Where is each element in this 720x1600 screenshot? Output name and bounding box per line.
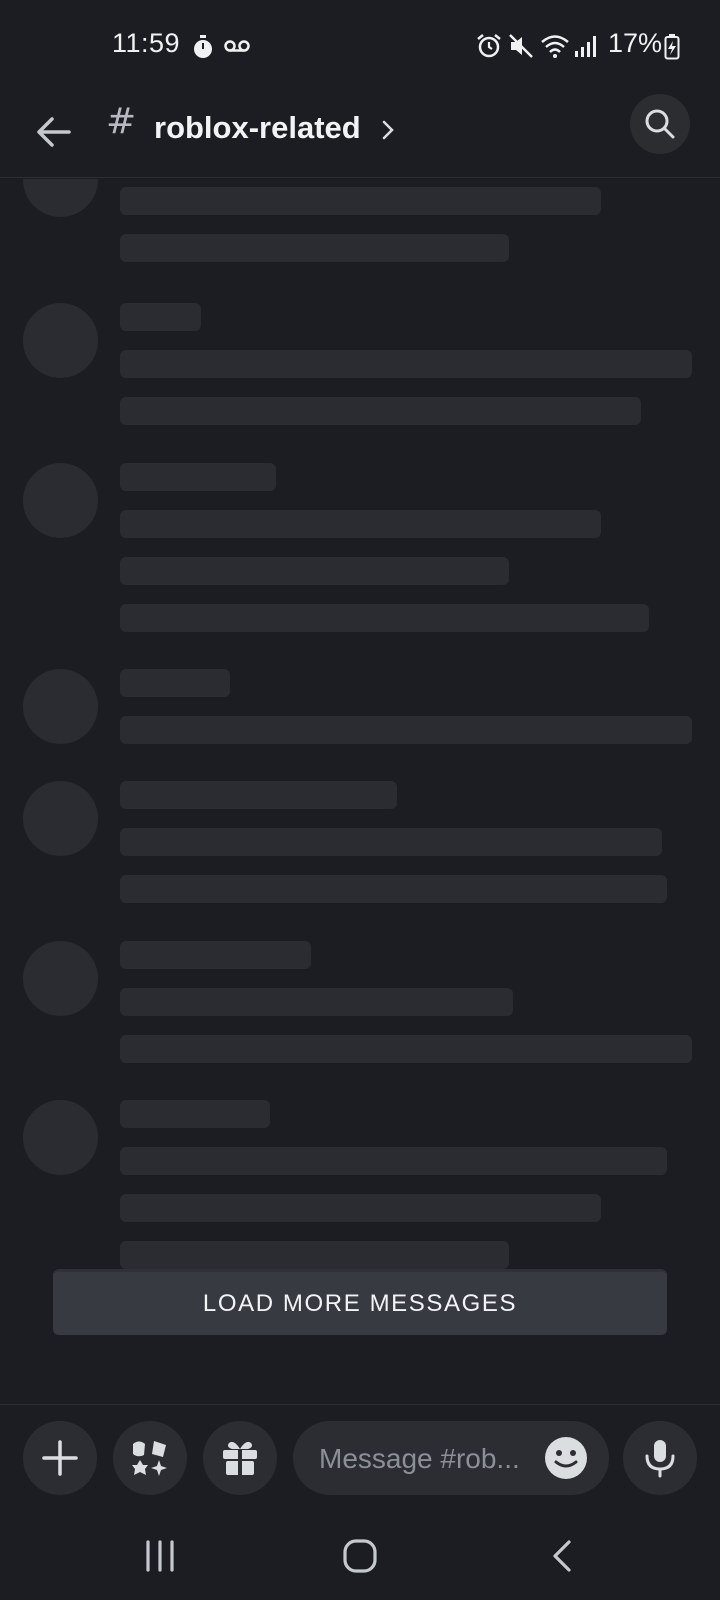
- skeleton-line: [120, 1147, 667, 1175]
- skeleton-avatar: [23, 669, 98, 744]
- channel-title[interactable]: roblox-related: [154, 110, 361, 146]
- skeleton-line: [120, 397, 641, 425]
- search-icon: [645, 109, 675, 139]
- battery-percent: 17%: [608, 28, 663, 58]
- skeleton-line: [120, 1241, 509, 1269]
- arrow-left-icon: [37, 117, 71, 147]
- skeleton-avatar: [23, 303, 98, 378]
- system-back-button[interactable]: [532, 1534, 592, 1578]
- load-more-label: LOAD MORE MESSAGES: [202, 1289, 518, 1317]
- skeleton-avatar: [23, 941, 98, 1016]
- home-button[interactable]: [330, 1534, 390, 1578]
- skeleton-line: [120, 187, 601, 215]
- attach-button[interactable]: [23, 1421, 97, 1495]
- recent-apps-icon: [146, 1540, 174, 1572]
- skeleton-line: [120, 1100, 270, 1128]
- skeleton-line: [120, 988, 513, 1016]
- system-nav-bar: [0, 1514, 720, 1600]
- skeleton-line: [120, 463, 276, 491]
- load-more-messages-button[interactable]: LOAD MORE MESSAGES: [53, 1269, 667, 1335]
- apps-button[interactable]: [113, 1421, 187, 1495]
- message-placeholder: Message #rob...: [319, 1443, 520, 1474]
- voice-message-button[interactable]: [623, 1421, 697, 1495]
- apps-icon: [132, 1441, 167, 1476]
- skeleton-avatar: [23, 781, 98, 856]
- wifi-icon: [541, 35, 569, 58]
- channel-header: # roblox-related: [0, 90, 720, 178]
- back-icon: [553, 1540, 571, 1572]
- skeleton-line: [120, 1035, 692, 1063]
- recent-apps-button[interactable]: [130, 1534, 190, 1578]
- skeleton-line: [120, 303, 201, 331]
- skeleton-line: [120, 604, 649, 632]
- status-bar: 11:59 17%: [0, 0, 720, 90]
- skeleton-line: [120, 828, 662, 856]
- skeleton-line: [120, 669, 230, 697]
- voicemail-icon: [224, 40, 250, 52]
- gift-button[interactable]: [203, 1421, 277, 1495]
- skeleton-line: [120, 781, 397, 809]
- emoji-button[interactable]: [545, 1437, 587, 1479]
- emoji-icon: [554, 1450, 578, 1468]
- skeleton-line: [120, 350, 692, 378]
- skeleton-line: [120, 557, 509, 585]
- message-list-skeleton: [0, 179, 720, 1269]
- stopwatch-icon: [194, 35, 212, 58]
- skeleton-line: [120, 716, 692, 744]
- battery-charging-icon: [664, 34, 680, 60]
- skeleton-avatar: [23, 179, 98, 217]
- back-button[interactable]: [26, 104, 82, 160]
- status-time: 11:59: [112, 28, 181, 58]
- signal-icon: [575, 36, 596, 57]
- plus-icon: [42, 1440, 78, 1476]
- skeleton-line: [120, 1194, 601, 1222]
- message-input[interactable]: Message #rob...: [293, 1421, 609, 1495]
- skeleton-line: [120, 234, 509, 262]
- skeleton-line: [120, 941, 311, 969]
- microphone-icon: [645, 1440, 675, 1478]
- search-button[interactable]: [630, 94, 690, 154]
- skeleton-line: [120, 510, 601, 538]
- channel-hash-icon: #: [106, 101, 137, 142]
- mute-icon: [509, 34, 533, 58]
- skeleton-avatar: [23, 1100, 98, 1175]
- gift-icon: [223, 1441, 257, 1475]
- alarm-icon: [477, 34, 501, 58]
- chevron-right-icon: [382, 120, 394, 140]
- skeleton-avatar: [23, 463, 98, 538]
- message-composer: Message #rob...: [0, 1404, 720, 1514]
- skeleton-line: [120, 875, 667, 903]
- home-icon: [343, 1539, 377, 1573]
